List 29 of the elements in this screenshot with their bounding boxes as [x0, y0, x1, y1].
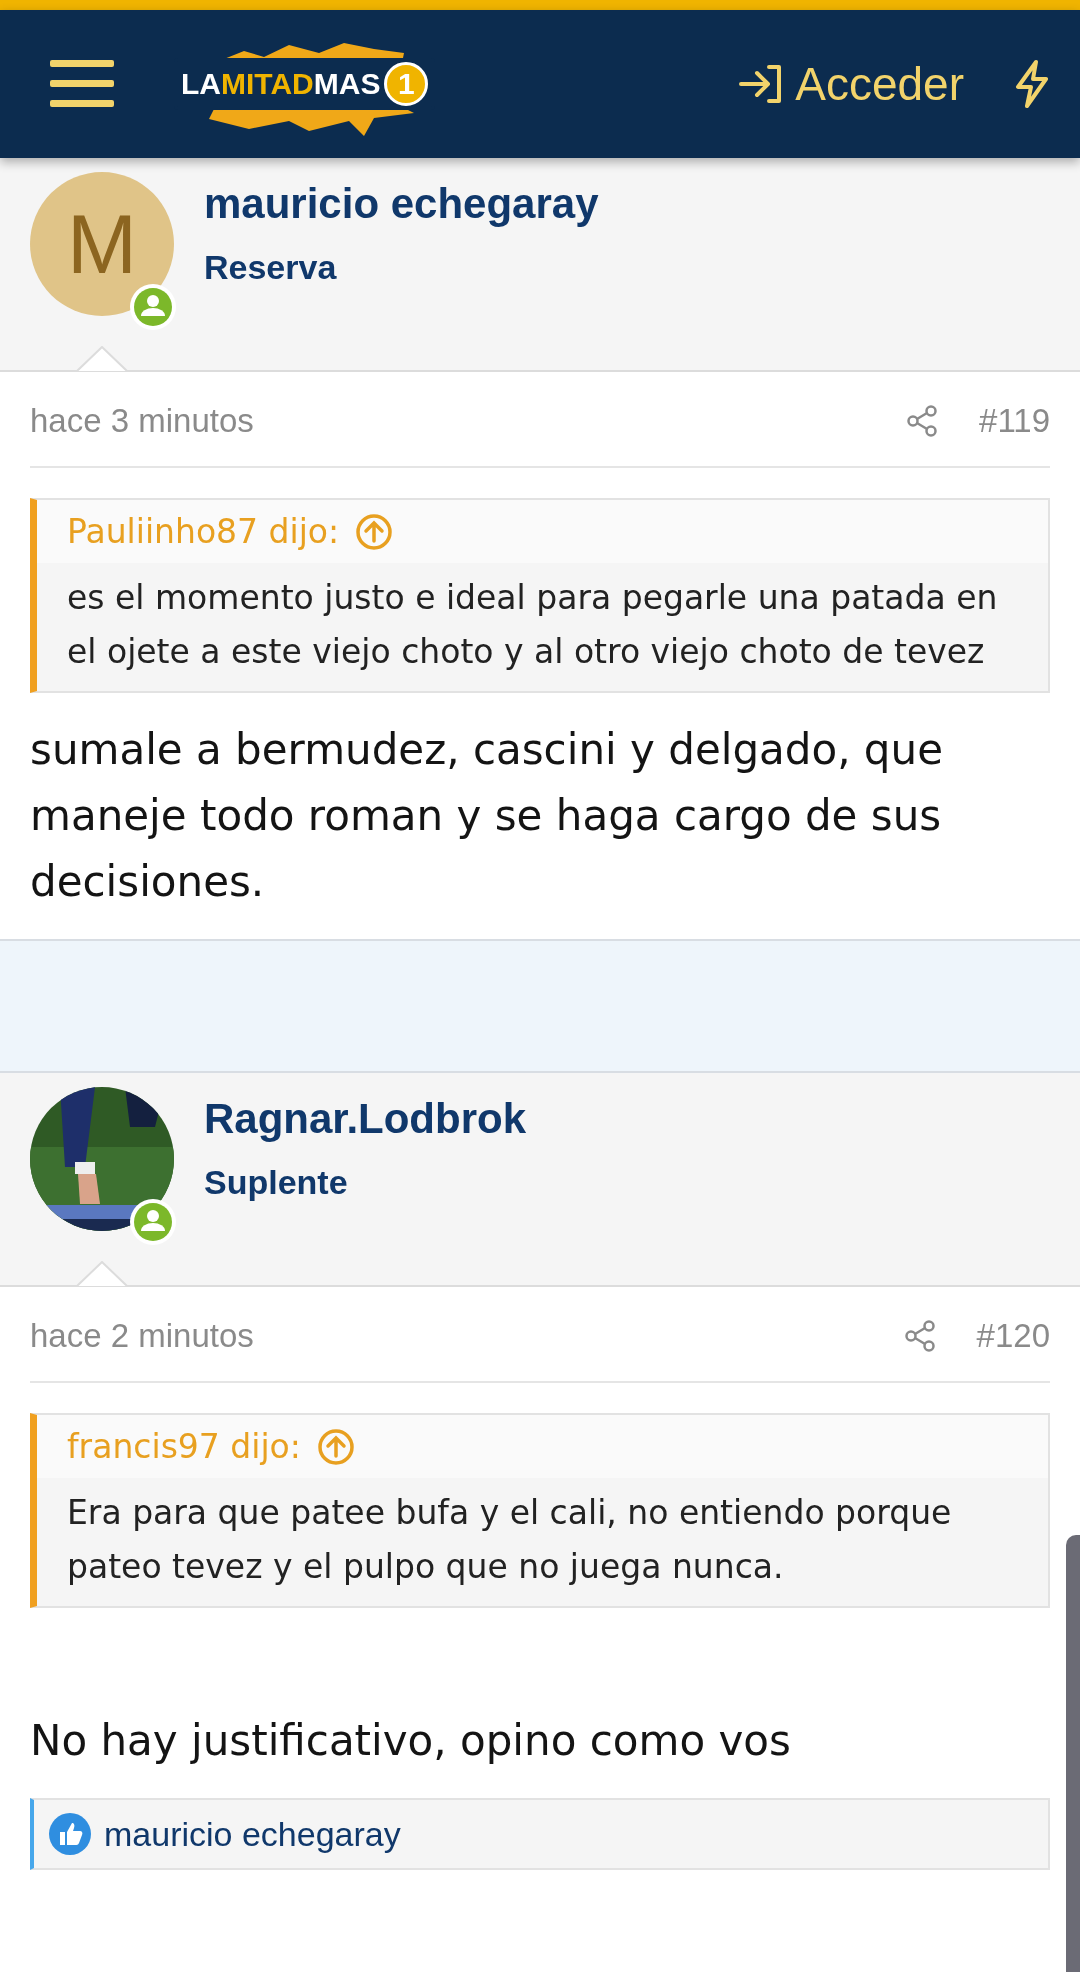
post-number[interactable]: #119	[979, 402, 1050, 440]
arrow-up-icon[interactable]	[355, 512, 394, 551]
username-link[interactable]: mauricio echegaray	[204, 180, 599, 228]
quote-text: Era para que patee bufa y el cali, no entiendo porque pateo tevez y el pulpo que no juega nunca.	[66, 1492, 953, 1588]
user-avatar[interactable]: M	[30, 172, 174, 316]
post-number[interactable]: #120	[976, 1317, 1050, 1355]
post-text: No hay justificativo, opino como vos	[30, 1715, 792, 1767]
reaction-user-link[interactable]: mauricio echegaray	[104, 1814, 401, 1854]
post-time[interactable]: hace 3 minutos	[30, 402, 254, 440]
like-icon	[48, 1812, 92, 1856]
scrollbar[interactable]	[1066, 1535, 1080, 1972]
username-link[interactable]: Ragnar.Lodbrok	[204, 1095, 527, 1143]
share-icon[interactable]	[902, 1319, 937, 1353]
user-role: Reserva	[204, 248, 338, 287]
logo-text: MAS	[313, 67, 381, 101]
logo-text: 1	[384, 62, 429, 106]
post-time[interactable]: hace 2 minutos	[30, 1317, 254, 1355]
post-text: sumale a bermudez, cascini y delgado, que maneje todo roman y se haga cargo de sus decisiones.	[30, 724, 944, 908]
quote-author[interactable]: francis97 dijo:	[67, 1427, 301, 1466]
logo-text: LA	[181, 67, 221, 101]
menu-icon[interactable]	[50, 60, 114, 108]
quote-author[interactable]: Pauliinho87 dijo:	[67, 512, 340, 551]
login-link[interactable]: Acceder	[739, 57, 964, 111]
share-icon[interactable]	[905, 404, 940, 438]
quote-text: es el momento justo e ideal para pegarle una patada en el ojete a este viejo choto y al otro viejo choto de tevez	[66, 577, 999, 673]
arrow-up-icon[interactable]	[316, 1427, 355, 1466]
user-role: Suplente	[204, 1163, 349, 1202]
logo-text: MITAD	[221, 67, 314, 101]
lightning-icon[interactable]	[1014, 59, 1050, 109]
